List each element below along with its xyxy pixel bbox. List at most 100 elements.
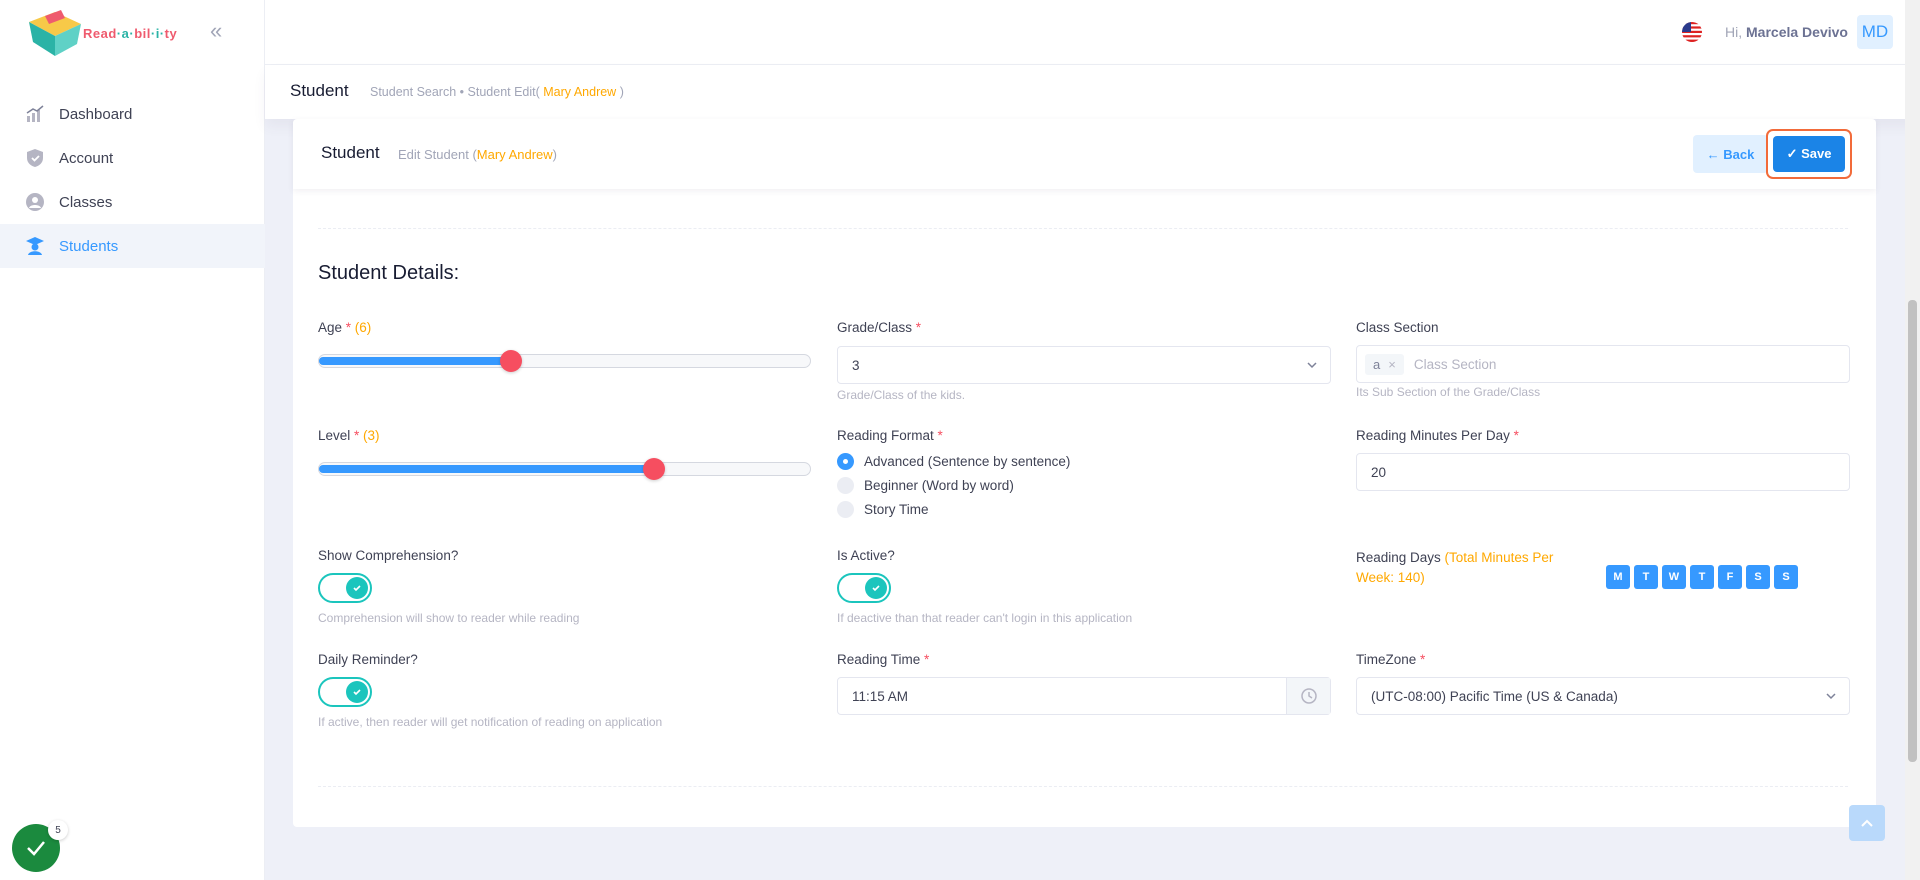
chevron-down-icon [1826,693,1836,700]
level-slider-fill [319,465,654,473]
age-slider-fill [319,357,511,365]
day-friday[interactable]: F [1718,565,1742,589]
age-slider[interactable] [318,350,811,372]
show-comprehension-toggle[interactable] [318,573,372,603]
breadcrumb-student-search[interactable]: Student Search [370,85,456,99]
section-title: Student Details: [318,262,460,284]
card-title: Student [321,143,380,162]
level-label: Level * (3) [318,428,380,443]
age-label: Age * (6) [318,320,372,335]
book-logo-icon [29,10,81,56]
sidebar-item-classes[interactable]: Classes [0,180,265,224]
breadcrumb: Student Search • Student Edit( Mary Andr… [370,85,624,99]
daily-reminder-label: Daily Reminder? [318,652,418,667]
class-section-tag: a × [1365,353,1404,375]
daily-reminder-toggle[interactable] [318,677,372,707]
page-title: Student [290,81,349,100]
timezone-select-value: (UTC-08:00) Pacific Time (US & Canada) [1371,688,1618,704]
logo-text: Read·a·bil·i·ty [83,26,178,41]
sidebar-item-dashboard[interactable]: Dashboard [0,92,265,136]
check-icon [865,577,887,599]
level-slider[interactable] [318,458,811,480]
card-subtitle: Edit Student (Mary Andrew) [398,147,557,162]
users-circle-icon [25,192,45,212]
day-monday[interactable]: M [1606,565,1630,589]
radio-story-time[interactable]: Story Time [837,501,929,518]
reading-days-label: Reading Days (Total Minutes Per Week: 14… [1356,550,1554,585]
remove-tag-icon[interactable]: × [1388,357,1396,372]
day-saturday[interactable]: S [1746,565,1770,589]
scrollbar-thumb[interactable] [1908,300,1917,762]
sidebar-item-label: Dashboard [59,105,133,123]
radio-beginner[interactable]: Beginner (Word by word) [837,477,1014,494]
grade-select[interactable]: 3 [837,346,1331,384]
is-active-label: Is Active? [837,548,895,563]
show-comprehension-label: Show Comprehension? [318,548,459,563]
timezone-select[interactable]: (UTC-08:00) Pacific Time (US & Canada) [1356,677,1850,715]
minutes-input[interactable]: 20 [1356,453,1850,491]
task-count-badge: 5 [48,820,68,840]
grade-select-value: 3 [852,357,860,373]
chevron-down-icon [1307,362,1317,369]
radio-advanced[interactable]: Advanced (Sentence by sentence) [837,453,1070,470]
logo[interactable]: Read·a·bil·i·ty [25,8,205,58]
sidebar: Read·a·bil·i·ty « Dashboard Account Clas… [0,0,265,880]
is-active-toggle[interactable] [837,573,891,603]
us-flag-icon[interactable] [1682,22,1702,42]
save-button-focus-ring: ✓ Save [1766,129,1852,179]
shield-icon [25,148,45,168]
class-section-input[interactable]: a × Class Section [1356,345,1850,383]
back-button[interactable]: ← Back [1693,135,1768,173]
day-thursday[interactable]: T [1690,565,1714,589]
task-check-button[interactable]: 5 [12,820,68,872]
save-button[interactable]: ✓ Save [1773,136,1845,172]
reading-time-input[interactable]: 11:15 AM [837,677,1331,715]
show-comprehension-hint: Comprehension will show to reader while … [318,611,580,625]
scroll-to-top-button[interactable] [1849,805,1885,841]
breadcrumb-student-edit[interactable]: Student Edit( Mary Andrew ) [468,85,624,99]
breadcrumb-separator: • [459,85,465,99]
chart-icon [25,104,45,124]
radio-dot [837,453,854,470]
page-scrollbar[interactable] [1905,0,1920,880]
daily-reminder-hint: If active, then reader will get notifica… [318,715,663,729]
card-header: Student Edit Student (Mary Andrew) ← Bac… [293,119,1876,189]
checkmark-icon [27,841,45,856]
student-icon [25,236,45,256]
subheader: Student Student Search • Student Edit( M… [265,65,1920,119]
top-bar: Hi, Marcela Devivo MD [265,0,1920,65]
reading-time-label: Reading Time * [837,652,930,667]
clock-icon[interactable] [1286,678,1330,714]
avatar[interactable]: MD [1857,15,1893,49]
timezone-label: TimeZone * [1356,652,1426,667]
class-section-label: Class Section [1356,320,1439,335]
grade-hint: Grade/Class of the kids. [837,388,966,402]
sidebar-item-account[interactable]: Account [0,136,265,180]
check-icon [346,681,368,703]
age-slider-handle[interactable] [500,350,522,372]
sidebar-item-label: Students [59,237,119,255]
divider [318,228,1848,229]
sidebar-item-students[interactable]: Students [0,224,265,268]
sidebar-item-label: Account [59,149,114,167]
class-section-placeholder: Class Section [1413,356,1497,372]
level-slider-handle[interactable] [643,458,665,480]
reading-format-label: Reading Format * [837,428,943,443]
minutes-label: Reading Minutes Per Day * [1356,428,1519,443]
grade-label: Grade/Class * [837,320,922,335]
radio-dot [837,477,854,494]
check-icon [346,577,368,599]
class-section-hint: Its Sub Section of the Grade/Class [1356,385,1541,399]
sidebar-item-label: Classes [59,193,113,211]
reading-days-picker: M T W T F S S [1606,565,1798,589]
day-sunday[interactable]: S [1774,565,1798,589]
day-wednesday[interactable]: W [1662,565,1686,589]
collapse-sidebar-icon[interactable]: « [210,20,232,42]
chevron-up-icon [1861,819,1873,827]
student-edit-card: Student Edit Student (Mary Andrew) ← Bac… [293,119,1876,827]
sidebar-nav: Dashboard Account Classes Students [0,92,265,268]
radio-dot [837,501,854,518]
divider [318,786,1848,787]
user-greeting[interactable]: Hi, Marcela Devivo [1725,24,1848,40]
day-tuesday[interactable]: T [1634,565,1658,589]
